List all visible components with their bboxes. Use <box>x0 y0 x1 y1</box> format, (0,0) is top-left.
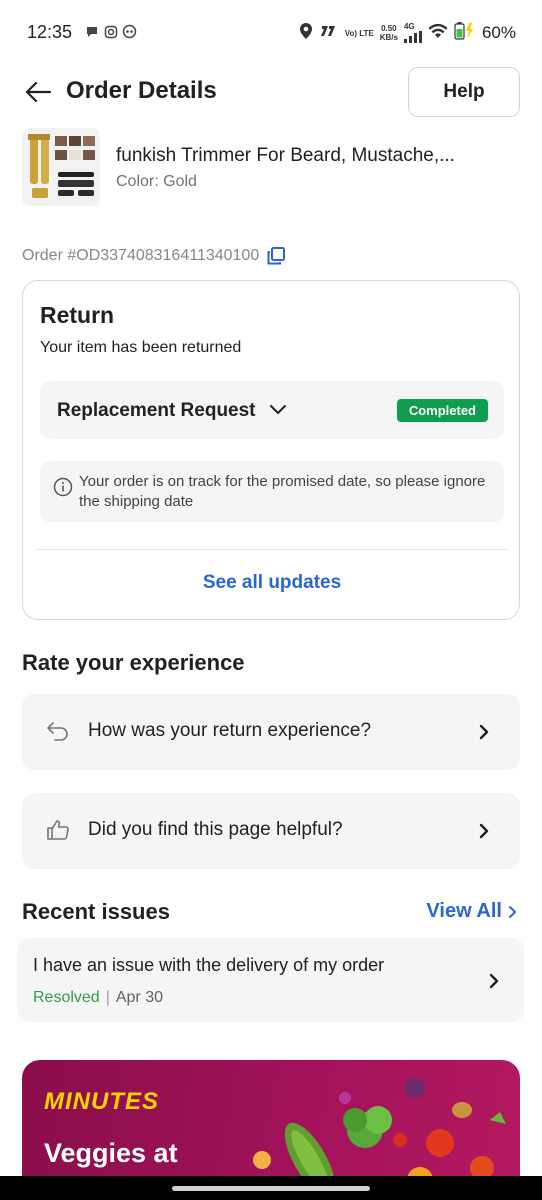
chevron-right-icon <box>509 905 516 918</box>
back-arrow-icon <box>25 81 52 103</box>
rate-item-label: Did you find this page helpful? <box>88 819 343 840</box>
speed-value: 0.50 <box>381 24 397 33</box>
divider <box>35 549 509 550</box>
thumbs-up-icon <box>47 820 69 840</box>
carrier-logo-icon <box>319 24 339 43</box>
return-subtitle: Your item has been returned <box>40 339 242 356</box>
product-image <box>22 128 100 206</box>
minutes-brand-logo: MINUTES <box>44 1088 159 1115</box>
see-all-updates-link[interactable]: See all updates <box>23 572 521 594</box>
location-icon <box>299 22 313 45</box>
order-id: Order #OD337408316411340100 <box>22 247 260 264</box>
order-id-row: Order #OD337408316411340100 <box>22 247 286 265</box>
speed-unit: KB/s <box>379 33 398 42</box>
page-header: Order Details Help <box>0 66 542 118</box>
info-icon <box>53 477 73 497</box>
issue-date: Apr 30 <box>115 989 163 1006</box>
banner-title: Veggies at <box>44 1138 178 1168</box>
back-button[interactable] <box>22 78 54 106</box>
system-status-icons: Vo) LTE 0.50 KB/s 4G 60% <box>299 20 516 46</box>
battery-icon <box>454 21 476 46</box>
status-badge: Completed <box>396 399 488 422</box>
rate-return-experience-item[interactable]: How was your return experience? <box>22 694 520 770</box>
help-button[interactable]: Help <box>408 67 520 117</box>
return-arrow-icon <box>47 722 68 741</box>
page-title: Order Details <box>66 77 217 104</box>
replacement-request-label: Replacement Request <box>57 400 256 421</box>
status-bar: 12:35 Vo) LTE 0.50 KB/s 4G 60% <box>0 0 542 64</box>
cell-type-label: 4G <box>403 22 415 31</box>
volte-label: Vo) LTE <box>344 28 374 38</box>
return-title: Return <box>40 302 115 328</box>
rate-page-helpful-item[interactable]: Did you find this page helpful? <box>22 793 520 869</box>
replacement-request-toggle[interactable]: Replacement Request Completed <box>40 381 504 439</box>
home-gesture-handle[interactable] <box>172 1186 370 1191</box>
wifi-icon <box>428 23 448 44</box>
chevron-right-icon <box>489 973 499 989</box>
info-text: Your order is on track for the promised … <box>79 473 486 510</box>
quote-app-icon <box>122 24 137 39</box>
chevron-down-icon <box>270 405 286 414</box>
issue-status: Resolved <box>33 989 100 1006</box>
info-notice: Your order is on track for the promised … <box>40 461 504 522</box>
notification-icons <box>84 24 137 39</box>
view-all-link[interactable]: View All <box>426 900 518 923</box>
network-speed: 0.50 KB/s <box>380 24 398 42</box>
chat-notification-icon <box>84 24 99 39</box>
recent-issues-title: Recent issues <box>22 899 170 924</box>
issue-separator: | <box>105 989 110 1006</box>
issue-meta: Resolved | Apr 30 <box>33 989 163 1007</box>
return-status-card: Return Your item has been returned Repla… <box>22 280 520 620</box>
chevron-right-icon <box>479 724 489 740</box>
rate-item-label: How was your return experience? <box>88 720 372 741</box>
battery-percent: 60% <box>481 23 516 42</box>
product-summary[interactable]: funkish Trimmer For Beard, Mustache,... … <box>22 128 520 208</box>
status-time: 12:35 <box>27 22 73 42</box>
view-all-label: View All <box>426 900 502 922</box>
cell-signal-icon: 4G <box>403 22 422 43</box>
system-navigation-bar <box>0 1176 542 1200</box>
product-variant: Color: Gold <box>116 173 197 190</box>
issue-item[interactable]: I have an issue with the delivery of my … <box>17 938 524 1022</box>
copy-icon[interactable] <box>267 247 286 265</box>
chevron-right-icon <box>479 823 489 839</box>
product-name: funkish Trimmer For Beard, Mustache,... <box>116 145 455 166</box>
instagram-icon <box>103 24 118 39</box>
issue-text: I have an issue with the delivery of my … <box>33 955 385 975</box>
rate-section-title: Rate your experience <box>22 650 245 675</box>
